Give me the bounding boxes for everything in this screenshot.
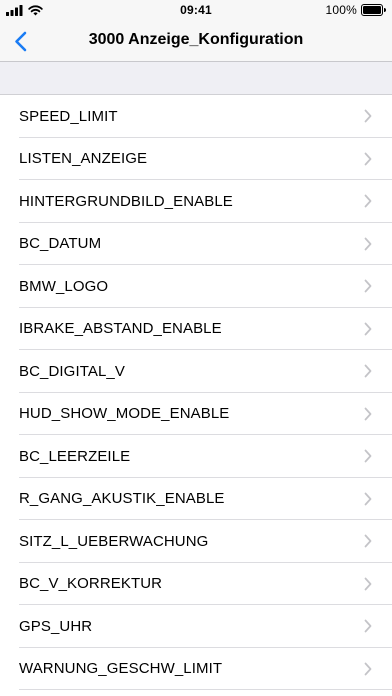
list-item-label: BC_LEERZEILE [19,447,131,465]
chevron-right-icon [364,534,372,548]
chevron-left-icon [14,31,26,51]
list-item[interactable]: BC_DIGITAL_V [0,350,392,393]
list-item-label: BMW_LOGO [19,277,109,295]
chevron-right-icon [364,322,372,336]
status-bar: 09:41 100% [0,0,392,20]
chevron-right-icon [364,152,372,166]
chevron-right-icon [364,237,372,251]
navigation-bar: 3000 Anzeige_Konfiguration [0,20,392,62]
chevron-right-icon [364,194,372,208]
chevron-right-icon [364,364,372,378]
status-battery: 100% [325,3,386,17]
chevron-right-icon [364,279,372,293]
battery-icon [361,4,386,16]
configuration-list: SPEED_LIMIT LISTEN_ANZEIGE HINTERGRUNDBILD… [0,95,392,690]
chevron-right-icon [364,407,372,421]
list-item-label: R_GANG_AKUSTIK_ENABLE [19,490,225,508]
list-item-label: SITZ_L_UEBERWACHUNG [19,532,209,550]
list-item-label: WARNUNG_GESCHW_LIMIT [19,660,223,678]
back-button[interactable] [4,24,36,58]
list-item-label: LISTEN_ANZEIGE [19,150,148,168]
list-item-label: HINTERGRUNDBILD_ENABLE [19,192,233,210]
section-header-spacer [0,62,392,95]
list-item-label: HUD_SHOW_MODE_ENABLE [19,405,230,423]
list-item-label: BC_V_KORREKTUR [19,575,163,593]
list-item[interactable]: GPS_UHR [0,605,392,648]
list-item[interactable]: BC_DATUM [0,223,392,266]
list-item-label: IBRAKE_ABSTAND_ENABLE [19,320,222,338]
list-item[interactable]: R_GANG_AKUSTIK_ENABLE [0,478,392,521]
list-item[interactable]: HUD_SHOW_MODE_ENABLE [0,393,392,436]
chevron-right-icon [364,662,372,676]
list-item[interactable]: SPEED_LIMIT [0,95,392,138]
chevron-right-icon [364,449,372,463]
page-title: 3000 Anzeige_Konfiguration [88,31,304,48]
list-item[interactable]: IBRAKE_ABSTAND_ENABLE [0,308,392,351]
list-item[interactable]: BMW_LOGO [0,265,392,308]
list-item[interactable]: LISTEN_ANZEIGE [0,138,392,181]
list-item[interactable]: BC_V_KORREKTUR [0,563,392,606]
battery-percentage: 100% [325,3,357,17]
chevron-right-icon [364,109,372,123]
list-item[interactable]: BC_LEERZEILE [0,435,392,478]
list-item-label: SPEED_LIMIT [19,107,118,125]
list-item-label: BC_DIGITAL_V [19,362,125,380]
chevron-right-icon [364,619,372,633]
chevron-right-icon [364,492,372,506]
list-item-label: GPS_UHR [19,617,93,635]
list-item[interactable]: SITZ_L_UEBERWACHUNG [0,520,392,563]
list-item-label: BC_DATUM [19,235,102,253]
list-item[interactable]: HINTERGRUNDBILD_ENABLE [0,180,392,223]
list-item[interactable]: WARNUNG_GESCHW_LIMIT [0,648,392,691]
chevron-right-icon [364,577,372,591]
